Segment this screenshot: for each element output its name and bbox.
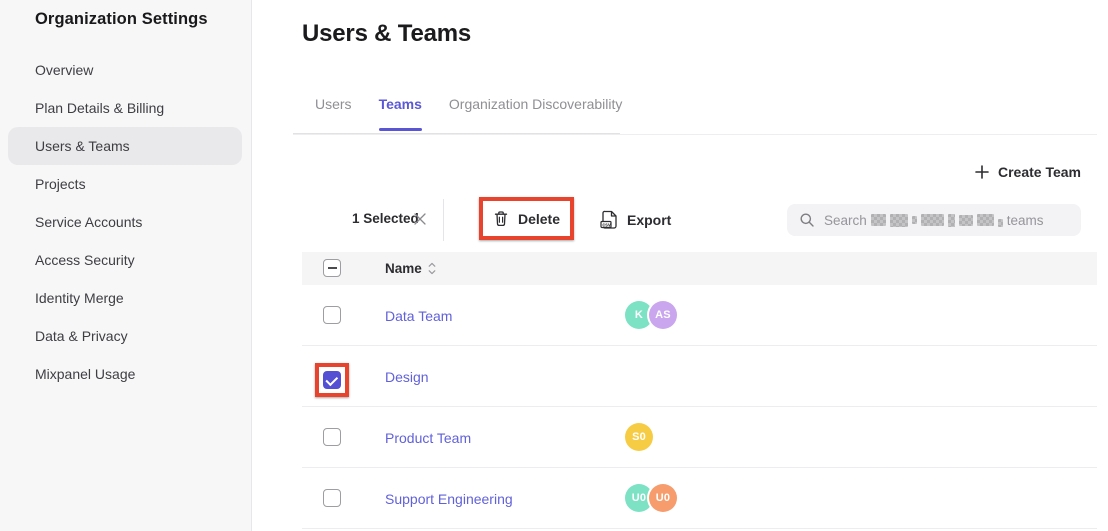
team-name-link[interactable]: Design <box>385 346 429 407</box>
content-divider <box>293 134 1097 135</box>
svg-text:csv: csv <box>602 222 611 228</box>
member-avatars: U0U0 <box>625 484 677 512</box>
sidebar-item-users-teams[interactable]: Users & Teams <box>8 127 242 165</box>
sidebar: Organization Settings OverviewPlan Detai… <box>0 0 252 531</box>
sidebar-nav: OverviewPlan Details & BillingUsers & Te… <box>0 51 252 393</box>
page-title: Users & Teams <box>302 20 471 48</box>
annotation-box-checkbox <box>315 363 349 397</box>
row-checkbox[interactable] <box>323 306 341 324</box>
tab-users[interactable]: Users <box>315 96 352 114</box>
table-header-row: Name <box>302 252 1097 285</box>
avatar: AS <box>649 301 677 329</box>
row-checkbox[interactable] <box>323 371 341 389</box>
create-team-button[interactable]: Create Team <box>975 164 1081 180</box>
team-name-link[interactable]: Support Engineering <box>385 468 513 529</box>
table-row: Product Team S0 <box>302 407 1097 468</box>
sidebar-item-identity-merge[interactable]: Identity Merge <box>8 279 242 317</box>
table-row: Data Team KAS <box>302 285 1097 346</box>
sort-icon <box>428 262 436 275</box>
select-all-checkbox[interactable] <box>323 259 341 277</box>
redacted-text <box>890 214 908 227</box>
export-button[interactable]: csv Export <box>600 206 671 234</box>
create-team-label: Create Team <box>998 164 1081 180</box>
redacted-text <box>912 216 917 224</box>
export-label: Export <box>627 212 671 228</box>
member-avatars: S0 <box>625 423 653 451</box>
table-row: Design <box>302 346 1097 407</box>
redacted-text <box>948 214 955 227</box>
redacted-text <box>977 214 994 226</box>
redacted-text <box>998 219 1003 227</box>
sidebar-item-plan-details-billing[interactable]: Plan Details & Billing <box>8 89 242 127</box>
row-checkbox[interactable] <box>323 428 341 446</box>
team-name-link[interactable]: Data Team <box>385 285 452 346</box>
search-input[interactable]: Search teams <box>787 204 1081 236</box>
selected-count: 1 Selected <box>352 211 419 226</box>
sidebar-item-projects[interactable]: Projects <box>8 165 242 203</box>
tab-organization-discoverability[interactable]: Organization Discoverability <box>449 96 623 114</box>
sidebar-item-data-privacy[interactable]: Data & Privacy <box>8 317 242 355</box>
search-placeholder: Search teams <box>824 213 1044 228</box>
search-icon <box>799 212 815 228</box>
sidebar-item-access-security[interactable]: Access Security <box>8 241 242 279</box>
team-name-link[interactable]: Product Team <box>385 407 471 468</box>
teams-table: Name Data Team KAS DesignProduct Team S0 Sup… <box>302 252 1097 529</box>
column-header-name[interactable]: Name <box>385 252 436 285</box>
avatar: U0 <box>649 484 677 512</box>
annotation-box-delete: Delete <box>479 197 574 240</box>
redacted-text <box>871 214 886 226</box>
sidebar-item-overview[interactable]: Overview <box>8 51 242 89</box>
sidebar-title: Organization Settings <box>35 10 208 29</box>
redacted-text <box>959 215 973 226</box>
sidebar-item-mixpanel-usage[interactable]: Mixpanel Usage <box>8 355 242 393</box>
avatar: S0 <box>625 423 653 451</box>
toolbar-divider <box>443 199 444 241</box>
tab-teams[interactable]: Teams <box>379 96 422 114</box>
clear-selection-icon[interactable] <box>413 212 427 226</box>
delete-label: Delete <box>518 211 560 227</box>
member-avatars: KAS <box>625 301 677 329</box>
plus-icon <box>975 165 989 179</box>
redacted-text <box>921 214 944 226</box>
table-body: Data Team KAS DesignProduct Team S0 Support … <box>302 285 1097 529</box>
table-row: Support Engineering U0U0 <box>302 468 1097 529</box>
delete-button[interactable]: Delete <box>493 210 560 227</box>
trash-icon <box>493 210 509 227</box>
sidebar-item-service-accounts[interactable]: Service Accounts <box>8 203 242 241</box>
row-checkbox[interactable] <box>323 489 341 507</box>
main-content: Users & Teams Users Teams Organization Dis… <box>252 0 1108 531</box>
csv-file-icon: csv <box>600 210 618 230</box>
tab-bar: Users Teams Organization Discoverability <box>315 96 622 114</box>
